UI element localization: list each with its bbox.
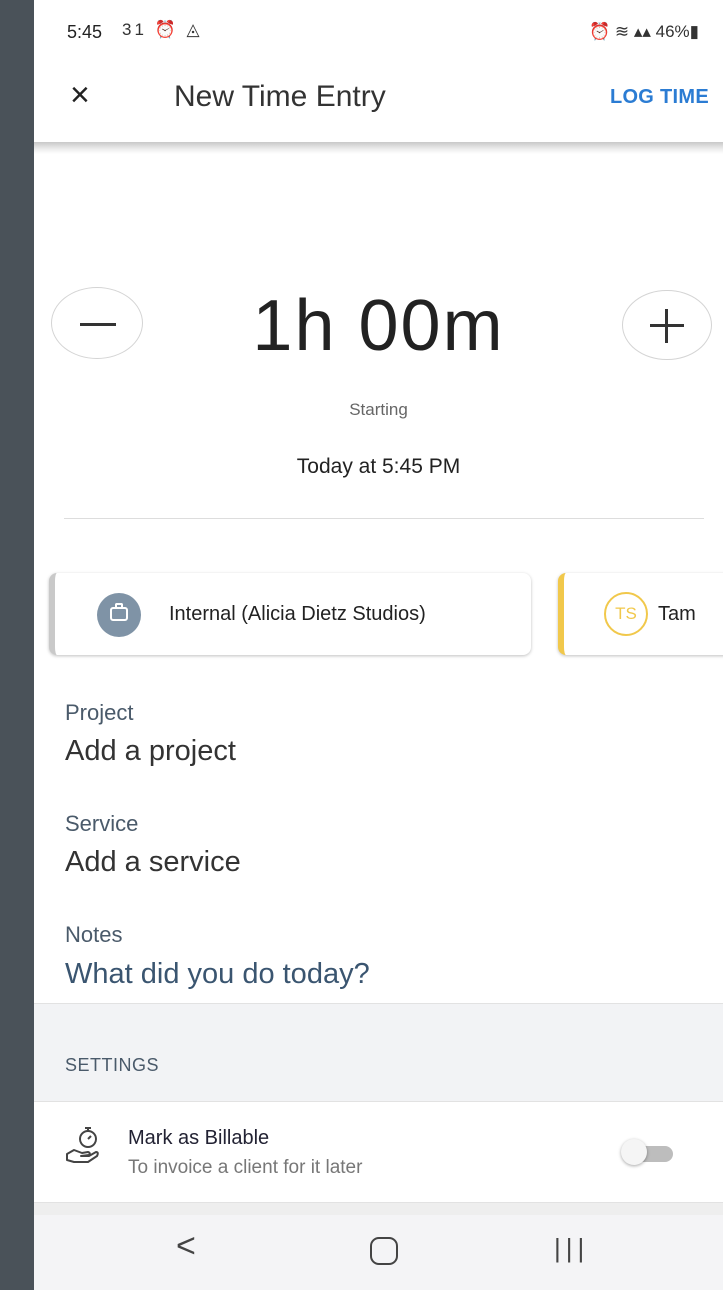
starting-label: Starting [349, 400, 408, 419]
status-bar: 5:45 31 ⏰ ◬ ⏰ ≋ ▴▴ 46%▮ [34, 0, 723, 62]
settings-heading: SETTINGS [65, 1055, 160, 1075]
close-icon[interactable]: × [70, 78, 90, 112]
billable-title: Mark as Billable [128, 1127, 270, 1149]
billable-setting-row[interactable]: Mark as Billable To invoice a client for… [34, 1101, 723, 1203]
project-field[interactable]: Add a project [65, 735, 236, 768]
duration-display[interactable]: 1h 00m [34, 285, 723, 367]
home-icon[interactable] [370, 1237, 398, 1265]
divider [64, 518, 704, 519]
briefcase-icon [97, 593, 141, 637]
nav-divider [34, 1203, 723, 1215]
system-nav-bar: < ||| [34, 1215, 723, 1290]
increase-duration-button[interactable] [622, 290, 712, 360]
status-time: 5:45 [67, 22, 103, 42]
billable-subtitle: To invoice a client for it later [128, 1157, 363, 1178]
settings-section [34, 1003, 723, 1101]
service-label: Service [65, 811, 139, 836]
project-label: Project [65, 700, 134, 725]
briefcase-body [110, 607, 128, 621]
log-time-button[interactable]: LOG TIME [610, 86, 709, 109]
client-chip-second[interactable]: TS Tam [558, 573, 723, 655]
stopwatch-hand-icon [66, 1127, 99, 1163]
page-title: New Time Entry [174, 80, 386, 113]
status-notification-icons: 31 ⏰ ◬ [122, 20, 203, 39]
client-chip-label: Internal (Alicia Dietz Studios) [169, 603, 426, 625]
notes-label: Notes [65, 922, 123, 947]
recents-icon[interactable]: ||| [554, 1233, 589, 1264]
client-initials-avatar: TS [604, 592, 648, 636]
client-chip-label: Tam [658, 603, 696, 625]
client-chip-internal[interactable]: Internal (Alicia Dietz Studios) [49, 573, 531, 655]
notes-input[interactable]: What did you do today? [65, 958, 370, 991]
back-icon[interactable]: < [176, 1227, 196, 1266]
service-field[interactable]: Add a service [65, 846, 241, 879]
status-system-icons: ⏰ ≋ ▴▴ 46%▮ [588, 22, 699, 41]
billable-toggle[interactable] [621, 1139, 679, 1165]
toggle-thumb [621, 1139, 647, 1165]
app-bar-shadow [34, 142, 723, 154]
start-time[interactable]: Today at 5:45 PM [34, 455, 723, 479]
app-bar: × New Time Entry LOG TIME [34, 62, 723, 142]
phone-screen: 5:45 31 ⏰ ◬ ⏰ ≋ ▴▴ 46%▮ × New Time Entry… [34, 0, 723, 1290]
plus-icon-vertical [665, 309, 668, 343]
